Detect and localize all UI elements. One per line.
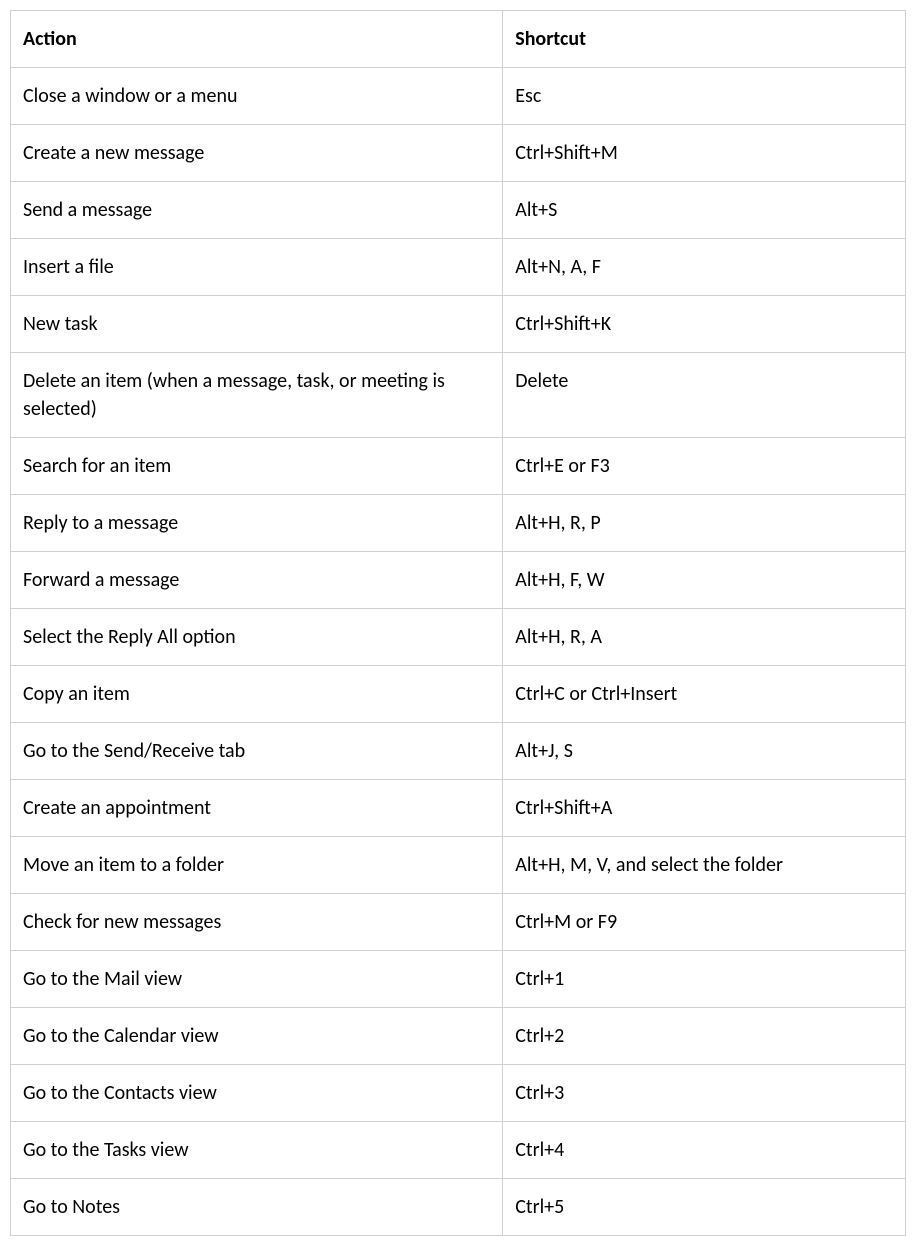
cell-action: Reply to a message [11,495,503,552]
cell-action: Go to the Mail view [11,951,503,1008]
table-header-row: Action Shortcut [11,11,906,68]
cell-action: Go to Notes [11,1179,503,1236]
header-action: Action [11,11,503,68]
cell-action: Move an item to a folder [11,837,503,894]
cell-shortcut: Alt+H, R, P [503,495,906,552]
cell-action: Check for new messages [11,894,503,951]
cell-shortcut: Alt+H, R, A [503,609,906,666]
table-row: Go to the Contacts view Ctrl+3 [11,1065,906,1122]
cell-shortcut: Ctrl+3 [503,1065,906,1122]
cell-shortcut: Delete [503,353,906,438]
cell-shortcut: Alt+J, S [503,723,906,780]
cell-action: Create a new message [11,125,503,182]
table-row: Go to Notes Ctrl+5 [11,1179,906,1236]
cell-action: Insert a file [11,239,503,296]
cell-action: Delete an item (when a message, task, or… [11,353,503,438]
cell-shortcut: Ctrl+1 [503,951,906,1008]
table-row: Select the Reply All option Alt+H, R, A [11,609,906,666]
table-row: Go to the Tasks view Ctrl+4 [11,1122,906,1179]
cell-shortcut: Ctrl+4 [503,1122,906,1179]
cell-action: Forward a message [11,552,503,609]
cell-action: Go to the Tasks view [11,1122,503,1179]
cell-action: Create an appointment [11,780,503,837]
table-row: Insert a file Alt+N, A, F [11,239,906,296]
table-row: Close a window or a menu Esc [11,68,906,125]
table-row: Search for an item Ctrl+E or F3 [11,438,906,495]
table-row: Move an item to a folder Alt+H, M, V, an… [11,837,906,894]
cell-action: Go to the Contacts view [11,1065,503,1122]
table-row: Go to the Send/Receive tab Alt+J, S [11,723,906,780]
table-row: Delete an item (when a message, task, or… [11,353,906,438]
cell-shortcut: Alt+H, M, V, and select the folder [503,837,906,894]
cell-shortcut: Alt+H, F, W [503,552,906,609]
header-shortcut: Shortcut [503,11,906,68]
cell-shortcut: Alt+N, A, F [503,239,906,296]
table-row: Check for new messages Ctrl+M or F9 [11,894,906,951]
table-row: Create an appointment Ctrl+Shift+A [11,780,906,837]
cell-shortcut: Ctrl+Shift+K [503,296,906,353]
table-row: Send a message Alt+S [11,182,906,239]
cell-shortcut: Ctrl+E or F3 [503,438,906,495]
cell-action: Go to the Calendar view [11,1008,503,1065]
cell-action: Select the Reply All option [11,609,503,666]
cell-action: Close a window or a menu [11,68,503,125]
table-row: Copy an item Ctrl+C or Ctrl+Insert [11,666,906,723]
cell-action: Copy an item [11,666,503,723]
cell-shortcut: Esc [503,68,906,125]
cell-action: Send a message [11,182,503,239]
cell-shortcut: Ctrl+C or Ctrl+Insert [503,666,906,723]
table-row: Forward a message Alt+H, F, W [11,552,906,609]
cell-shortcut: Ctrl+2 [503,1008,906,1065]
table-row: New task Ctrl+Shift+K [11,296,906,353]
shortcuts-table: Action Shortcut Close a window or a menu… [10,10,906,1236]
cell-action: Go to the Send/Receive tab [11,723,503,780]
cell-action: Search for an item [11,438,503,495]
table-row: Create a new message Ctrl+Shift+M [11,125,906,182]
cell-action: New task [11,296,503,353]
table-row: Reply to a message Alt+H, R, P [11,495,906,552]
table-row: Go to the Mail view Ctrl+1 [11,951,906,1008]
table-row: Go to the Calendar view Ctrl+2 [11,1008,906,1065]
cell-shortcut: Alt+S [503,182,906,239]
cell-shortcut: Ctrl+M or F9 [503,894,906,951]
cell-shortcut: Ctrl+5 [503,1179,906,1236]
cell-shortcut: Ctrl+Shift+M [503,125,906,182]
cell-shortcut: Ctrl+Shift+A [503,780,906,837]
